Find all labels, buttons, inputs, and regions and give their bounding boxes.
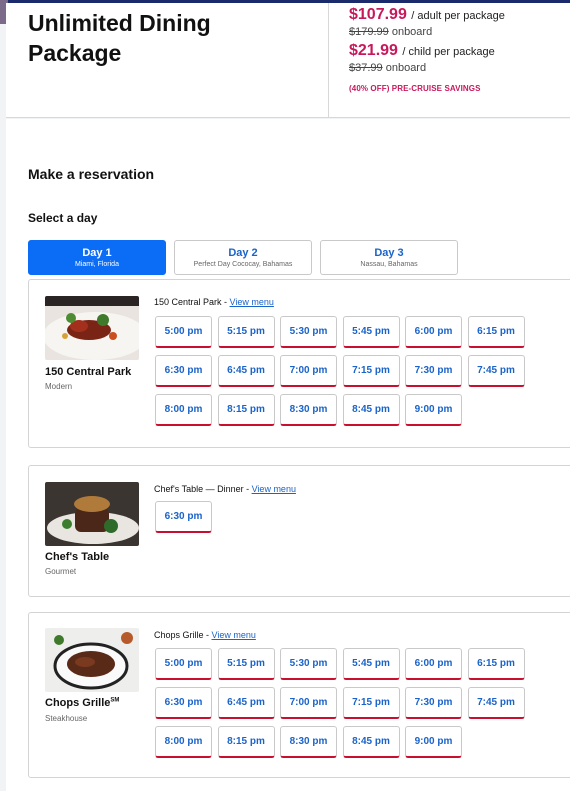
savings-badge: (40% OFF) PRE-CRUISE SAVINGS <box>349 84 481 93</box>
adult-onboard-line: $179.99 onboard <box>349 26 569 40</box>
time-slot-button[interactable]: 7:00 pm <box>280 687 337 719</box>
child-price: $21.99 <box>349 42 398 59</box>
time-slot-button[interactable]: 5:00 pm <box>155 316 212 348</box>
view-menu-link[interactable]: View menu <box>230 297 274 307</box>
time-slot-button[interactable]: 5:15 pm <box>217 648 275 680</box>
time-slot-button[interactable]: 6:30 pm <box>155 501 212 533</box>
time-slot-button[interactable]: 8:00 pm <box>155 726 212 758</box>
time-slot-button[interactable]: 5:30 pm <box>280 316 337 348</box>
time-slot-button[interactable]: 7:00 pm <box>280 355 337 387</box>
venue-photo[interactable] <box>45 482 139 546</box>
day-tab-port: Miami, Florida <box>75 261 119 268</box>
time-slot-button[interactable]: 5:45 pm <box>342 648 400 680</box>
adult-onboard-label: onboard <box>391 26 433 38</box>
time-slot-button[interactable]: 6:45 pm <box>217 687 275 719</box>
venue-menu-row: 150 Central Park - View menu <box>154 297 274 307</box>
time-slot-button[interactable]: 6:00 pm <box>405 648 462 680</box>
time-slot-button[interactable]: 6:30 pm <box>155 355 212 387</box>
adult-price-unit: / adult per package <box>411 10 505 22</box>
time-slot-button[interactable]: 5:15 pm <box>217 316 275 348</box>
venue-type: Gourmet <box>45 567 77 576</box>
time-slot-button[interactable]: 8:45 pm <box>342 726 400 758</box>
time-slot-button[interactable]: 8:00 pm <box>155 394 212 426</box>
adult-price-line: $107.99 / adult per package <box>349 6 569 26</box>
day-tab-3[interactable]: Day 3 Nassau, Bahamas <box>320 240 458 275</box>
header-divider <box>328 3 329 118</box>
venue-photo[interactable] <box>45 296 139 360</box>
child-onboard-price: $37.99 <box>349 62 383 74</box>
time-slot-button[interactable]: 7:30 pm <box>405 355 462 387</box>
venue-menu-title: Chops Grille - <box>154 630 212 640</box>
time-slot-button[interactable]: 8:15 pm <box>217 726 275 758</box>
venue-photo[interactable] <box>45 628 139 692</box>
venue-card-chefs-table: Chef's Table Gourmet Chef's Table — Dinn… <box>28 465 570 597</box>
venue-menu-title: Chef's Table — Dinner - <box>154 484 252 494</box>
venue-name: Chef's Table <box>45 551 110 563</box>
day-tab-port: Perfect Day Cococay, Bahamas <box>193 261 293 268</box>
price-block: $107.99 / adult per package $179.99 onbo… <box>349 6 569 78</box>
time-slot-button[interactable]: 7:30 pm <box>405 687 462 719</box>
day-tab-2[interactable]: Day 2 Perfect Day Cococay, Bahamas <box>174 240 312 275</box>
venue-menu-title: 150 Central Park - <box>154 297 230 307</box>
venue-name-text: Chops Grille <box>45 697 111 709</box>
reservation-title: Make a reservation <box>28 166 155 182</box>
view-menu-link[interactable]: View menu <box>252 484 296 494</box>
day-tab-name: Day 2 <box>228 247 258 259</box>
day-tab-port: Nassau, Bahamas <box>360 261 418 268</box>
time-slot-button[interactable]: 7:15 pm <box>342 355 400 387</box>
time-slot-button[interactable]: 7:45 pm <box>467 687 525 719</box>
time-slot-button[interactable]: 6:15 pm <box>467 648 525 680</box>
venue-menu-row: Chops Grille - View menu <box>154 630 256 640</box>
select-day-label: Select a day <box>28 211 98 225</box>
child-price-unit: / child per package <box>402 46 495 58</box>
time-slot-button[interactable]: 8:30 pm <box>280 394 337 426</box>
time-slot-button[interactable]: 5:45 pm <box>342 316 400 348</box>
venue-card-chops-grille: Chops GrilleSM Steakhouse Chops Grille -… <box>28 612 570 778</box>
time-slot-button[interactable]: 6:30 pm <box>155 687 212 719</box>
time-slot-button[interactable]: 8:45 pm <box>342 394 400 426</box>
time-slot-button[interactable]: 8:15 pm <box>217 394 275 426</box>
view-menu-link[interactable]: View menu <box>212 630 256 640</box>
time-slot-button[interactable]: 9:00 pm <box>405 394 462 426</box>
package-title: Unlimited Dining Package <box>28 10 211 66</box>
time-slot-button[interactable]: 5:30 pm <box>280 648 337 680</box>
child-price-line: $21.99 / child per package <box>349 42 569 62</box>
time-slot-button[interactable]: 9:00 pm <box>405 726 462 758</box>
venue-name: 150 Central Park <box>45 366 132 378</box>
venue-name: Chops GrilleSM <box>45 697 119 709</box>
day-tab-name: Day 1 <box>82 247 112 259</box>
venue-type: Steakhouse <box>45 714 88 723</box>
day-tab-name: Day 3 <box>374 247 404 259</box>
time-slot-button[interactable]: 6:00 pm <box>405 316 462 348</box>
time-slot-button[interactable]: 7:15 pm <box>342 687 400 719</box>
adult-price: $107.99 <box>349 6 407 23</box>
venue-name-superscript: SM <box>110 697 120 704</box>
adult-onboard-price: $179.99 <box>349 26 389 38</box>
time-slot-button[interactable]: 8:30 pm <box>280 726 337 758</box>
child-onboard-line: $37.99 onboard <box>349 62 569 76</box>
time-slot-button[interactable]: 6:45 pm <box>217 355 275 387</box>
venue-type: Modern <box>45 382 73 391</box>
time-slot-button[interactable]: 6:15 pm <box>467 316 525 348</box>
day-tab-1[interactable]: Day 1 Miami, Florida <box>28 240 166 275</box>
venue-card-150-central-park: 150 Central Park Modern 150 Central Park… <box>28 279 570 448</box>
time-slot-button[interactable]: 5:00 pm <box>155 648 212 680</box>
child-onboard-label: onboard <box>385 62 427 74</box>
venue-menu-row: Chef's Table — Dinner - View menu <box>154 484 296 494</box>
time-slot-button[interactable]: 7:45 pm <box>467 355 525 387</box>
